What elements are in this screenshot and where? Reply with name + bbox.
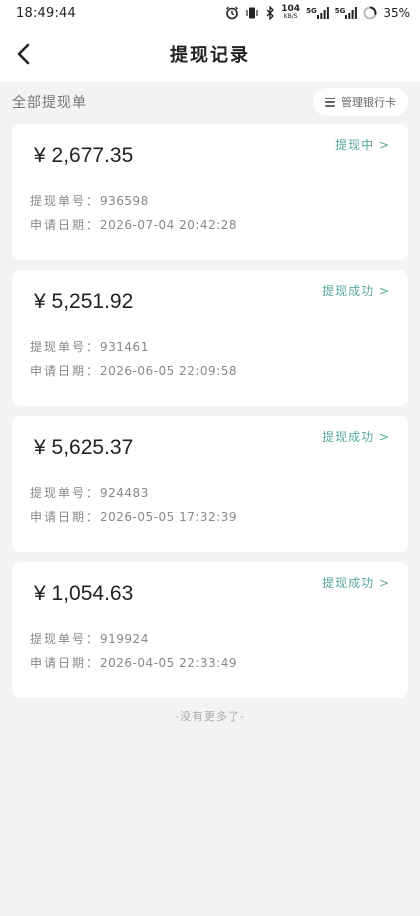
- net-speed-unit: KB/S: [283, 13, 298, 20]
- record-order-number: 924483: [100, 486, 149, 500]
- alarm-icon: [225, 6, 239, 20]
- record-date-label: 申请日期：: [30, 510, 101, 524]
- signal-5g-icon: 5G: [306, 7, 329, 19]
- battery-level: 35%: [383, 6, 410, 20]
- network-speed-icon: 104 KB/S: [281, 5, 300, 21]
- signal-label: 5G: [306, 7, 317, 15]
- page-title: 提现记录: [170, 45, 250, 66]
- record-order-line: 提现单号：936598: [30, 192, 149, 209]
- record-date-label: 申请日期：: [30, 364, 101, 378]
- record-amount: ¥ 1,054.63: [34, 582, 134, 605]
- status-time: 18:49:44: [16, 5, 76, 21]
- signal-label-2: 5G: [334, 7, 346, 15]
- header: 提现记录: [0, 26, 420, 82]
- toolbar: 全部提现单 管理银行卡: [0, 82, 420, 122]
- record-amount: ¥ 5,251.92: [34, 290, 134, 313]
- manage-bank-cards-label: 管理银行卡: [341, 96, 396, 109]
- screen: 18:49:44 104 KB/S 5G 5G 35% 提现记录 全部提现单 管…: [0, 0, 420, 916]
- record-order-label: 提现单号：: [30, 486, 101, 500]
- chevron-left-icon: [17, 43, 30, 65]
- record-status-link[interactable]: 提现成功 >: [322, 428, 390, 445]
- record-order-line: 提现单号：924483: [30, 484, 149, 501]
- filter-all-withdrawals[interactable]: 全部提现单: [12, 92, 87, 112]
- record-date-label: 申请日期：: [30, 218, 101, 232]
- record-date: 2026-04-05 22:33:49: [100, 656, 237, 670]
- record-status-link[interactable]: 提现成功 >: [322, 282, 390, 299]
- record-date-line: 申请日期：2026-06-05 22:09:58: [30, 362, 237, 379]
- net-speed-value: 104: [281, 4, 301, 14]
- status-bar: 18:49:44 104 KB/S 5G 5G 35%: [0, 0, 420, 26]
- record-status-link[interactable]: 提现中 >: [335, 136, 390, 153]
- withdrawal-record-card[interactable]: ¥ 5,625.37 提现成功 > 提现单号：924483 申请日期：2026-…: [12, 416, 408, 552]
- record-amount: ¥ 5,625.37: [34, 436, 134, 459]
- record-date: 2026-05-05 17:32:39: [100, 510, 237, 524]
- record-order-number: 936598: [100, 194, 149, 208]
- battery-icon: [363, 6, 377, 20]
- record-order-label: 提现单号：: [30, 194, 101, 208]
- manage-bank-cards-button[interactable]: 管理银行卡: [313, 88, 408, 116]
- record-date-label: 申请日期：: [30, 656, 101, 670]
- withdrawal-record-card[interactable]: ¥ 2,677.35 提现中 > 提现单号：936598 申请日期：2026-0…: [12, 124, 408, 260]
- record-order-number: 931461: [100, 340, 149, 354]
- record-date-line: 申请日期：2026-07-04 20:42:28: [30, 216, 237, 233]
- no-more-footer: -没有更多了-: [175, 710, 245, 723]
- record-amount: ¥ 2,677.35: [34, 144, 134, 167]
- record-status-link[interactable]: 提现成功 >: [322, 574, 390, 591]
- record-order-line: 提现单号：919924: [30, 630, 149, 647]
- record-order-label: 提现单号：: [30, 340, 101, 354]
- vibrate-icon: [245, 6, 259, 20]
- status-icons: 104 KB/S 5G 5G 35%: [225, 5, 410, 21]
- record-date: 2026-06-05 22:09:58: [100, 364, 237, 378]
- signal-5g-icon-2: 5G: [335, 7, 358, 19]
- record-order-line: 提现单号：931461: [30, 338, 149, 355]
- back-button[interactable]: [8, 38, 40, 70]
- record-date-line: 申请日期：2026-05-05 17:32:39: [30, 508, 237, 525]
- withdrawal-list: ¥ 2,677.35 提现中 > 提现单号：936598 申请日期：2026-0…: [12, 124, 408, 708]
- record-date-line: 申请日期：2026-04-05 22:33:49: [30, 654, 237, 671]
- bluetooth-icon: [265, 6, 275, 20]
- record-order-label: 提现单号：: [30, 632, 101, 646]
- menu-icon: [325, 97, 335, 107]
- record-date: 2026-07-04 20:42:28: [100, 218, 237, 232]
- withdrawal-record-card[interactable]: ¥ 1,054.63 提现成功 > 提现单号：919924 申请日期：2026-…: [12, 562, 408, 698]
- withdrawal-record-card[interactable]: ¥ 5,251.92 提现成功 > 提现单号：931461 申请日期：2026-…: [12, 270, 408, 406]
- record-order-number: 919924: [100, 632, 149, 646]
